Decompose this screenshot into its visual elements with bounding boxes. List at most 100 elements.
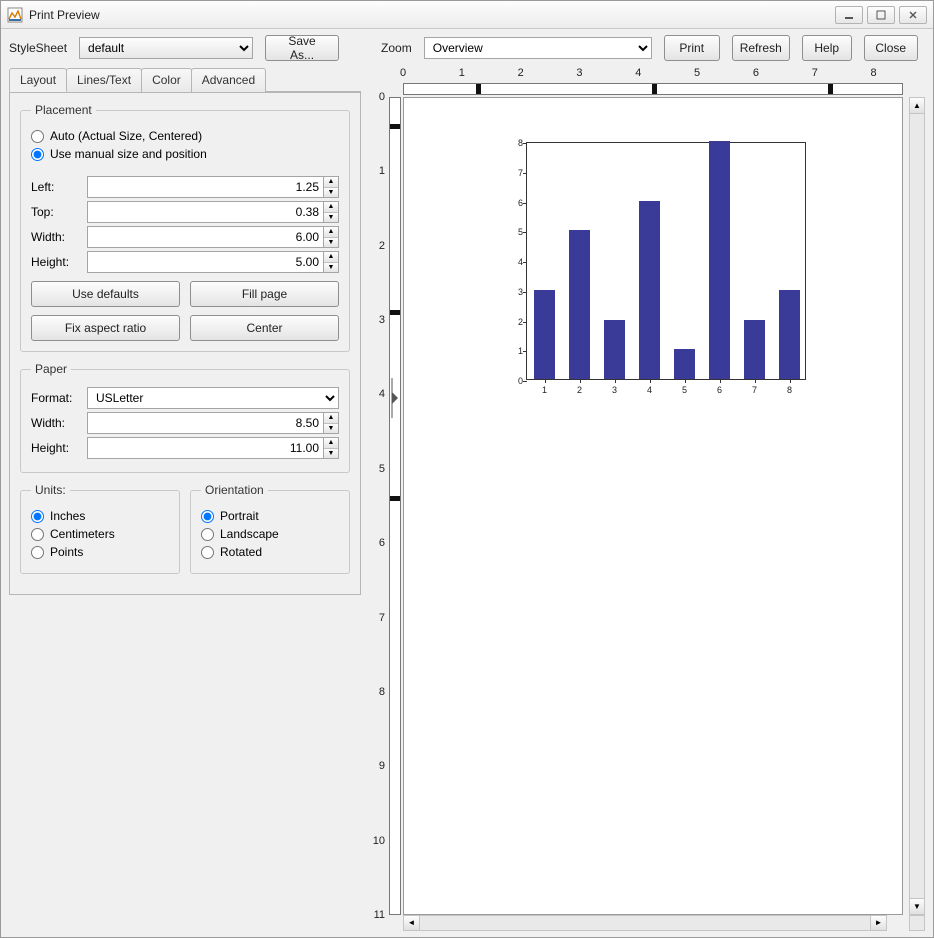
chart-bar	[604, 320, 626, 380]
chart-bar	[709, 141, 731, 379]
tab-layout[interactable]: Layout	[9, 68, 67, 92]
paper-width-spinner[interactable]: ▲▼	[87, 412, 339, 434]
placement-manual-row[interactable]: Use manual size and position	[31, 147, 339, 161]
top-spin-buttons[interactable]: ▲▼	[323, 201, 339, 223]
width-label: Width:	[31, 230, 81, 244]
maximize-button[interactable]	[867, 6, 895, 24]
tab-body-layout: Placement Auto (Actual Size, Centered) U…	[9, 92, 361, 595]
app-icon	[7, 7, 23, 23]
placement-group: Placement Auto (Actual Size, Centered) U…	[20, 103, 350, 352]
orientation-landscape-row[interactable]: Landscape	[201, 527, 339, 541]
orientation-group: Orientation Portrait Landscape Rotated	[190, 483, 350, 574]
expand-handle-icon[interactable]	[390, 378, 400, 418]
scroll-corner	[909, 915, 925, 931]
help-button[interactable]: Help	[802, 35, 852, 61]
close-button[interactable]	[899, 6, 927, 24]
orientation-legend: Orientation	[201, 483, 268, 497]
chart-bar	[569, 230, 591, 379]
paper-height-label: Height:	[31, 441, 81, 455]
chart-bar	[744, 320, 766, 380]
top-label: Top:	[31, 205, 81, 219]
units-cm-row[interactable]: Centimeters	[31, 527, 169, 541]
paper-width-spin-buttons[interactable]: ▲▼	[323, 412, 339, 434]
units-legend: Units:	[31, 483, 70, 497]
titlebar: Print Preview	[1, 1, 933, 29]
left-spinner[interactable]: ▲▼	[87, 176, 339, 198]
tab-lines-text[interactable]: Lines/Text	[66, 68, 142, 92]
chart-bar	[639, 201, 661, 380]
placement-manual-label: Use manual size and position	[50, 147, 207, 161]
units-inches-label: Inches	[50, 509, 85, 523]
chart-bar	[534, 290, 556, 379]
save-as-button[interactable]: Save As...	[265, 35, 339, 61]
vertical-ruler[interactable]: 01234567891011	[371, 97, 403, 915]
horizontal-ruler[interactable]: 012345678	[403, 67, 903, 97]
paper-group: Paper Format: USLetter Width: ▲▼	[20, 362, 350, 473]
use-defaults-button[interactable]: Use defaults	[31, 281, 180, 307]
width-input[interactable]	[87, 226, 323, 248]
stylesheet-select[interactable]: default	[79, 37, 253, 59]
chart: 01234567812345678	[526, 142, 806, 380]
placement-auto-radio[interactable]	[31, 130, 44, 143]
orientation-portrait-row[interactable]: Portrait	[201, 509, 339, 523]
units-points-radio[interactable]	[31, 546, 44, 559]
scroll-right-icon[interactable]: ►	[870, 916, 886, 930]
paper-height-input[interactable]	[87, 437, 323, 459]
top-spinner[interactable]: ▲▼	[87, 201, 339, 223]
units-inches-radio[interactable]	[31, 510, 44, 523]
units-cm-radio[interactable]	[31, 528, 44, 541]
print-preview-window: Print Preview StyleSheet default Save As…	[0, 0, 934, 938]
height-spinner[interactable]: ▲▼	[87, 251, 339, 273]
units-points-row[interactable]: Points	[31, 545, 169, 559]
page-preview: 01234567812345678	[403, 97, 903, 915]
scroll-down-icon[interactable]: ▼	[910, 898, 924, 914]
top-toolbar: StyleSheet default Save As... Zoom Overv…	[9, 35, 925, 61]
paper-width-label: Width:	[31, 416, 81, 430]
orientation-portrait-label: Portrait	[220, 509, 259, 523]
placement-manual-radio[interactable]	[31, 148, 44, 161]
width-spin-buttons[interactable]: ▲▼	[323, 226, 339, 248]
orientation-rotated-radio[interactable]	[201, 546, 214, 559]
fill-page-button[interactable]: Fill page	[190, 281, 339, 307]
orientation-landscape-label: Landscape	[220, 527, 279, 541]
paper-legend: Paper	[31, 362, 71, 376]
paper-format-select[interactable]: USLetter	[87, 387, 339, 409]
paper-height-spinner[interactable]: ▲▼	[87, 437, 339, 459]
left-label: Left:	[31, 180, 81, 194]
close-dialog-button[interactable]: Close	[864, 35, 918, 61]
fix-aspect-button[interactable]: Fix aspect ratio	[31, 315, 180, 341]
units-inches-row[interactable]: Inches	[31, 509, 169, 523]
scroll-up-icon[interactable]: ▲	[910, 98, 924, 114]
zoom-label: Zoom	[381, 41, 412, 55]
tabs: Layout Lines/Text Color Advanced	[9, 67, 361, 92]
hscroll-track[interactable]	[420, 916, 870, 930]
orientation-landscape-radio[interactable]	[201, 528, 214, 541]
left-input[interactable]	[87, 176, 323, 198]
print-button[interactable]: Print	[664, 35, 720, 61]
refresh-button[interactable]: Refresh	[732, 35, 790, 61]
minimize-button[interactable]	[835, 6, 863, 24]
orientation-rotated-row[interactable]: Rotated	[201, 545, 339, 559]
horizontal-scrollbar[interactable]: ◄ ►	[403, 915, 887, 931]
top-input[interactable]	[87, 201, 323, 223]
left-spin-buttons[interactable]: ▲▼	[323, 176, 339, 198]
center-button[interactable]: Center	[190, 315, 339, 341]
tab-color[interactable]: Color	[141, 68, 192, 92]
paper-height-spin-buttons[interactable]: ▲▼	[323, 437, 339, 459]
vertical-scrollbar[interactable]: ▲ ▼	[909, 97, 925, 915]
height-spin-buttons[interactable]: ▲▼	[323, 251, 339, 273]
orientation-portrait-radio[interactable]	[201, 510, 214, 523]
vscroll-track[interactable]	[910, 114, 924, 898]
paper-format-label: Format:	[31, 391, 81, 405]
units-points-label: Points	[50, 545, 83, 559]
width-spinner[interactable]: ▲▼	[87, 226, 339, 248]
zoom-select[interactable]: Overview	[424, 37, 652, 59]
tab-advanced[interactable]: Advanced	[191, 68, 266, 92]
stylesheet-label: StyleSheet	[9, 41, 67, 55]
scroll-left-icon[interactable]: ◄	[404, 916, 420, 930]
height-input[interactable]	[87, 251, 323, 273]
orientation-rotated-label: Rotated	[220, 545, 262, 559]
placement-auto-row[interactable]: Auto (Actual Size, Centered)	[31, 129, 339, 143]
paper-width-input[interactable]	[87, 412, 323, 434]
window-title: Print Preview	[29, 8, 835, 22]
